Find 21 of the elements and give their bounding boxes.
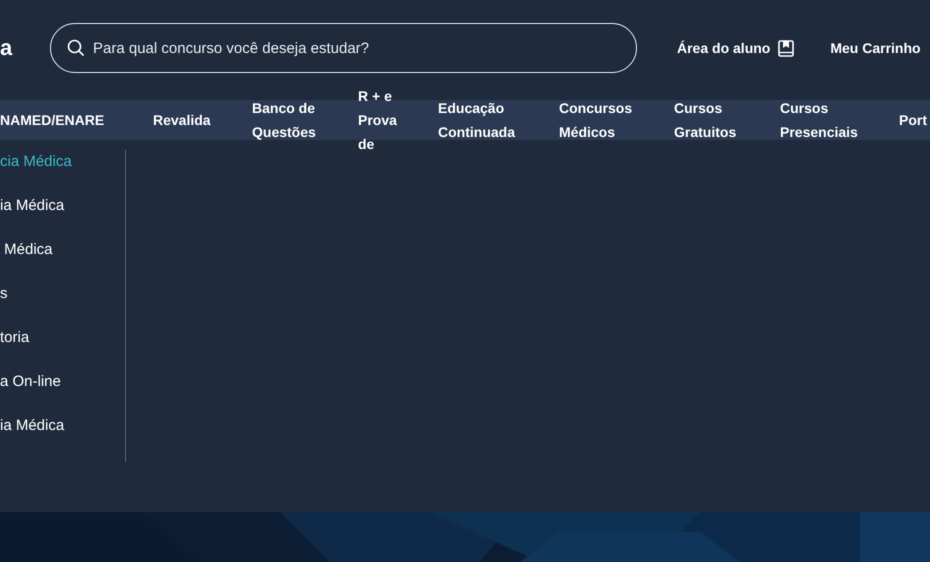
submenu-item[interactable]: a On-line: [0, 370, 125, 414]
header-link[interactable]: Área do aluno: [677, 38, 794, 58]
submenu-item[interactable]: s: [0, 282, 125, 326]
bookmark-icon: [778, 40, 794, 56]
nav-link[interactable]: Revalida: [153, 108, 252, 132]
submenu-item[interactable]: toria: [0, 326, 125, 370]
nav-link[interactable]: Port: [899, 108, 930, 132]
nav-link[interactable]: Cursos Gratuitos: [674, 96, 780, 144]
nav-link[interactable]: Educação Continuada: [438, 96, 559, 144]
search-icon: [67, 39, 85, 57]
nav-link[interactable]: Cursos Presenciais: [780, 96, 899, 144]
submenu-item[interactable]: ia Médica: [0, 414, 125, 458]
nav-link[interactable]: Concursos Médicos: [559, 96, 674, 144]
nav-link[interactable]: NAMED/ENARE: [0, 108, 153, 132]
submenu-item[interactable]: cia Médica: [0, 150, 125, 194]
submenu-item[interactable]: ia Médica: [0, 194, 125, 238]
submenu-item[interactable]: Médica: [0, 238, 125, 282]
nav-link[interactable]: Banco de Questões: [252, 96, 358, 144]
logo-text[interactable]: a: [0, 23, 50, 73]
header-link[interactable]: Meu Carrinho: [830, 38, 921, 58]
nav-link[interactable]: R + e Prova de: [358, 84, 438, 156]
